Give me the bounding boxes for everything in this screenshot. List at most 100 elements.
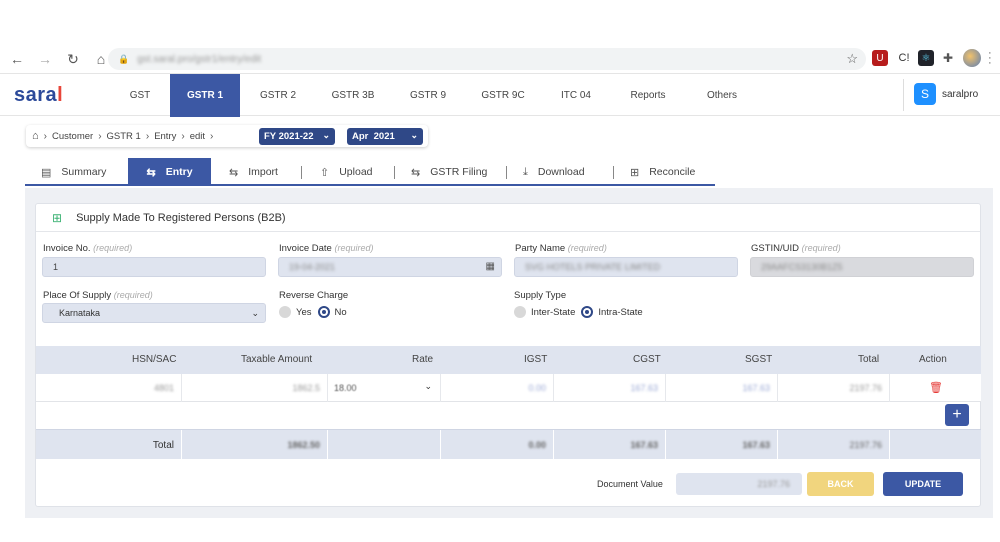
- extension-shield-icon[interactable]: U: [872, 50, 888, 66]
- tab-gstr-filing[interactable]: ⇆ GSTR Filing: [411, 158, 487, 186]
- total-cgst: 167.63: [554, 430, 666, 460]
- calendar-icon[interactable]: ▦: [486, 261, 495, 272]
- update-button[interactable]: UPDATE: [883, 472, 963, 496]
- document-value: 2197.76: [757, 479, 790, 489]
- chevron-right-icon: ›: [181, 130, 185, 142]
- topnav-gstr1[interactable]: GSTR 1: [170, 74, 240, 117]
- topnav-gstr3b[interactable]: GSTR 3B: [322, 74, 384, 117]
- browser-menu-icon[interactable]: · · ·: [988, 48, 992, 69]
- month-select-value: Apr 2021: [352, 131, 395, 142]
- breadcrumb-gstr1[interactable]: GSTR 1: [107, 131, 141, 142]
- radio-inter-state[interactable]: [514, 306, 526, 318]
- party-name-input[interactable]: SVG HOTELS PRIVATE LIMITED: [514, 257, 738, 277]
- chevron-down-icon: ⌄: [322, 130, 330, 140]
- reload-icon[interactable]: ↻: [62, 48, 84, 70]
- nav-divider: [903, 79, 904, 111]
- tab-divider: [394, 166, 395, 179]
- card-title-text: Supply Made To Registered Persons (B2B): [76, 212, 286, 224]
- extension-ct-icon[interactable]: C!: [896, 50, 912, 66]
- th-action: Action: [919, 354, 947, 365]
- total-taxable: 1862.50: [182, 430, 328, 460]
- document-icon: ▤: [41, 166, 52, 179]
- trash-icon[interactable]: 🗑: [929, 381, 943, 394]
- extensions-puzzle-icon[interactable]: ✚: [940, 50, 956, 66]
- tab-download[interactable]: ⤓ Download: [523, 158, 585, 186]
- th-rate: Rate: [412, 354, 434, 365]
- rc-no-label: No: [334, 306, 347, 318]
- home-icon[interactable]: ⌂: [32, 130, 39, 142]
- chevron-down-icon: ⌄: [251, 308, 259, 318]
- month-select[interactable]: Apr 2021 ⌄: [347, 128, 423, 145]
- saral-logo[interactable]: saral: [14, 84, 63, 107]
- address-bar[interactable]: 🔒 gst.saral.pro/gstr1/entry/edit ☆: [108, 48, 866, 70]
- tab-reconcile-label: Reconcile: [649, 166, 696, 178]
- th-total: Total: [858, 354, 880, 365]
- topnav-gstr9[interactable]: GSTR 9: [400, 74, 456, 117]
- user-avatar[interactable]: S: [914, 83, 936, 105]
- download-icon: ⤓: [523, 165, 528, 178]
- radio-rc-no[interactable]: [317, 306, 330, 318]
- topnav-gst[interactable]: GST: [118, 74, 162, 117]
- tab-divider: [613, 166, 614, 179]
- add-row-button[interactable]: +: [945, 404, 969, 426]
- gstin-value: 29AAFCS3130B1Z5: [761, 262, 843, 272]
- fy-select-value: FY 2021-22: [264, 131, 314, 142]
- place-of-supply-label: Place Of Supply (required): [43, 290, 153, 301]
- chevron-down-icon: ⌄: [424, 381, 432, 391]
- invoice-date-input[interactable]: 19-04-2021 ▦: [278, 257, 502, 277]
- cell-taxable[interactable]: 1862.5: [182, 374, 328, 402]
- gstin-input: 29AAFCS3130B1Z5: [750, 257, 974, 277]
- user-name[interactable]: saralpro: [942, 89, 978, 100]
- items-table-header: HSN/SAC Taxable Amount Rate IGST CGST SG…: [36, 346, 981, 374]
- invoice-date-value: 19-04-2021: [289, 262, 336, 272]
- profile-avatar-icon[interactable]: [963, 49, 981, 67]
- cell-sgst: 167.63: [666, 374, 778, 402]
- gstin-label: GSTIN/UID (required): [751, 243, 841, 254]
- extension-react-icon[interactable]: ⚛: [918, 50, 934, 66]
- grid-icon: ⊞: [52, 211, 63, 225]
- logo-accent: l: [57, 84, 64, 106]
- forward-arrow-icon[interactable]: →: [34, 48, 56, 70]
- logo-text: sara: [14, 84, 58, 106]
- grid-icon: ⊞: [630, 166, 640, 179]
- place-of-supply-select[interactable]: Karnataka ⌄: [42, 303, 266, 323]
- fy-select[interactable]: FY 2021-22 ⌄: [259, 128, 335, 145]
- chevron-right-icon: ›: [145, 130, 150, 142]
- tab-summary[interactable]: ▤ Summary: [41, 158, 106, 186]
- tab-upload[interactable]: ⇧ Upload: [320, 158, 373, 186]
- breadcrumb-entry[interactable]: Entry: [154, 131, 176, 142]
- lock-icon: 🔒: [118, 53, 130, 64]
- topnav-itc04[interactable]: ITC 04: [550, 74, 602, 117]
- invoice-no-input[interactable]: 1: [42, 257, 266, 277]
- bookmark-star-icon[interactable]: ☆: [846, 51, 858, 67]
- radio-intra-state[interactable]: [581, 306, 594, 318]
- topnav-reports[interactable]: Reports: [620, 74, 676, 117]
- divider: [36, 231, 980, 232]
- th-taxable-amount: Taxable Amount: [241, 354, 313, 365]
- place-of-supply-value: Karnataka: [59, 308, 101, 318]
- invoice-no-label: Invoice No. (required): [43, 243, 133, 254]
- swap-icon: ⇆: [146, 166, 156, 179]
- tab-gstr-filing-label: GSTR Filing: [430, 166, 488, 178]
- tab-reconcile[interactable]: ⊞ Reconcile: [630, 158, 695, 186]
- total-rate-empty: [328, 430, 441, 460]
- back-arrow-icon[interactable]: ←: [6, 48, 28, 70]
- tab-import[interactable]: ⇆ Import: [229, 158, 278, 186]
- topnav-gstr9c[interactable]: GSTR 9C: [472, 74, 534, 117]
- browser-toolbar: ← → ↻ ⌂ 🔒 gst.saral.pro/gstr1/entry/edit…: [0, 45, 1000, 73]
- document-value-label: Document Value: [597, 479, 663, 489]
- app-window: ← → ↻ ⌂ 🔒 gst.saral.pro/gstr1/entry/edit…: [0, 0, 1000, 542]
- topnav-others[interactable]: Others: [694, 74, 750, 117]
- breadcrumb-customer[interactable]: Customer: [52, 131, 93, 142]
- back-button[interactable]: BACK: [807, 472, 874, 496]
- tab-divider: [506, 166, 507, 179]
- radio-rc-yes[interactable]: [279, 306, 291, 318]
- topnav-gstr2[interactable]: GSTR 2: [250, 74, 306, 117]
- cell-rate-select[interactable]: 18.00 ⌄: [328, 374, 441, 402]
- upload-icon: ⇧: [320, 166, 330, 179]
- cell-hsn[interactable]: 4801: [36, 374, 182, 402]
- tab-entry[interactable]: ⇆ Entry: [128, 158, 211, 186]
- chevron-down-icon: ⌄: [410, 130, 418, 140]
- tab-divider: [301, 166, 302, 179]
- intra-state-label: Intra-State: [598, 306, 643, 318]
